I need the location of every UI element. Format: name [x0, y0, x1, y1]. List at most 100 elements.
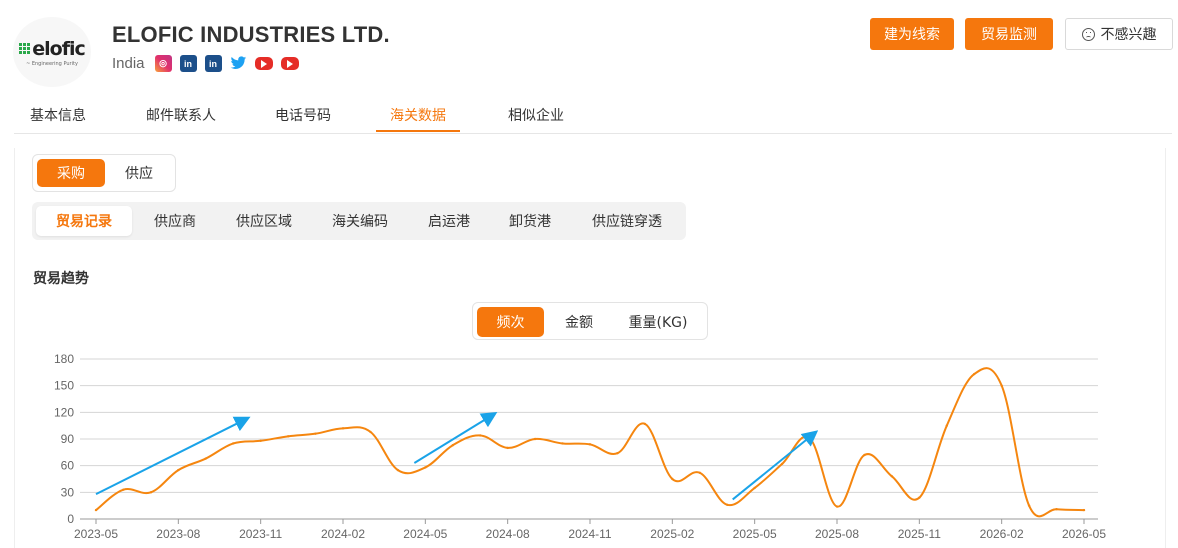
data-point [643, 422, 647, 426]
subtab-suppliers[interactable]: 供应商 [136, 206, 214, 236]
y-tick-label: 60 [61, 459, 75, 473]
x-tick-label: 2024-05 [403, 527, 447, 541]
linkedin-icon[interactable]: in [179, 55, 197, 72]
data-point [588, 443, 592, 446]
y-tick-label: 90 [61, 432, 75, 446]
company-header: elofic ~ Engineering Purity ELOFIC INDUS… [0, 0, 1178, 95]
data-point [204, 457, 207, 460]
y-tick-label: 0 [67, 512, 74, 526]
data-point [232, 442, 235, 445]
data-point [780, 462, 784, 466]
x-tick-label: 2025-11 [898, 527, 941, 541]
create-lead-button[interactable]: 建为线索 [870, 18, 954, 50]
y-tick-label: 180 [54, 352, 74, 366]
not-interested-label: 不感兴趣 [1100, 27, 1157, 43]
x-tick-label: 2023-08 [156, 527, 200, 541]
subtab-origin-ports[interactable]: 启运港 [414, 206, 484, 236]
data-point [753, 486, 756, 490]
trade-monitor-button[interactable]: 贸易监测 [965, 18, 1053, 50]
subtab-supply-regions[interactable]: 供应区域 [222, 206, 306, 236]
purchase-toggle-button[interactable]: 采购 [37, 159, 105, 187]
data-point [918, 496, 921, 499]
supply-toggle-button[interactable]: 供应 [105, 159, 173, 187]
data-point [698, 471, 701, 474]
metric-weight-button[interactable]: 重量(KG) [613, 307, 703, 337]
data-point [259, 439, 262, 442]
x-tick-label: 2024-11 [568, 527, 611, 541]
frequency-series-line [95, 367, 1085, 518]
data-point [1082, 508, 1086, 512]
data-point [479, 434, 482, 437]
youtube-icon[interactable] [254, 57, 273, 70]
subtab-hs-codes[interactable]: 海关编码 [317, 206, 403, 236]
trend-arrow [95, 416, 251, 496]
company-name: ELOFIC INDUSTRIES LTD. [112, 22, 390, 47]
company-country: India [112, 55, 145, 72]
metric-amount-button[interactable]: 金额 [545, 307, 613, 337]
data-point [1027, 504, 1031, 507]
x-tick-label: 2026-02 [980, 527, 1024, 541]
data-point [424, 466, 427, 469]
youtube-icon[interactable] [280, 57, 299, 70]
trade-trend-title: 贸易趋势 [33, 271, 89, 287]
tab-email-contacts[interactable]: 邮件联系人 [146, 105, 216, 125]
metric-toggle: 频次 金额 重量(KG) [472, 302, 708, 340]
company-logo: elofic ~ Engineering Purity [13, 17, 91, 87]
active-tab-indicator [376, 130, 460, 132]
instagram-icon[interactable]: ◎ [154, 55, 172, 72]
company-meta-row: India ◎ in in [112, 55, 299, 72]
data-point [122, 488, 125, 491]
logo-text: elofic [32, 37, 85, 60]
data-point [396, 468, 400, 472]
subtab-destination-ports[interactable]: 卸货港 [495, 206, 565, 236]
data-point [973, 372, 976, 376]
twitter-icon[interactable] [230, 55, 247, 72]
data-point [863, 453, 866, 457]
x-tick-label: 2025-05 [733, 527, 777, 541]
y-tick-label: 150 [54, 379, 74, 393]
x-tick-label: 2025-02 [650, 527, 694, 541]
data-point [369, 430, 372, 434]
data-point [726, 503, 729, 506]
tab-basic-info[interactable]: 基本信息 [30, 105, 86, 125]
tab-similar-companies[interactable]: 相似企业 [508, 105, 564, 125]
metric-frequency-button[interactable]: 频次 [477, 307, 544, 337]
data-point [451, 444, 454, 447]
logo-dots-icon [19, 43, 31, 54]
x-tick-label: 2023-11 [239, 527, 282, 541]
data-point [561, 442, 564, 445]
data-point [533, 437, 537, 441]
data-point [1000, 384, 1003, 387]
data-point [671, 477, 674, 481]
data-point [341, 427, 345, 430]
x-tick-label: 2025-08 [815, 527, 859, 541]
direction-toggle: 采购 供应 [32, 154, 176, 192]
data-point [945, 424, 948, 427]
not-interested-button[interactable]: 不感兴趣 [1065, 18, 1173, 50]
data-point [94, 508, 98, 512]
data-point [506, 446, 509, 450]
subtab-trade-records[interactable]: 贸易记录 [36, 206, 132, 236]
tab-customs-data[interactable]: 海关数据 [390, 105, 446, 125]
data-point [616, 452, 619, 455]
tab-phone-numbers[interactable]: 电话号码 [275, 105, 331, 125]
frown-icon [1081, 27, 1095, 41]
y-tick-label: 120 [54, 405, 74, 419]
subtab-supply-chain[interactable]: 供应链穿透 [577, 206, 677, 236]
data-point [314, 432, 317, 435]
x-tick-label: 2024-08 [486, 527, 530, 541]
x-tick-label: 2024-02 [321, 527, 365, 541]
main-tabs: 基本信息 邮件联系人 电话号码 海关数据 相似企业 [14, 95, 1172, 134]
data-point [149, 491, 153, 494]
x-tick-label: 2023-05 [74, 527, 118, 541]
data-point [890, 475, 894, 478]
data-point [286, 435, 290, 438]
data-point [835, 505, 839, 508]
y-tick-label: 30 [61, 485, 75, 499]
customs-sub-tabs: 贸易记录 供应商 供应区域 海关编码 启运港 卸货港 供应链穿透 [32, 202, 686, 240]
data-point [1055, 508, 1058, 511]
trade-trend-chart: 0 30 60 90 120 150 180 2023-05 2023-08 2023-11 202… [54, 352, 1106, 541]
linkedin-icon[interactable]: in [204, 55, 222, 72]
x-tick-label: 2026-05 [1062, 527, 1106, 541]
data-point [177, 468, 180, 472]
